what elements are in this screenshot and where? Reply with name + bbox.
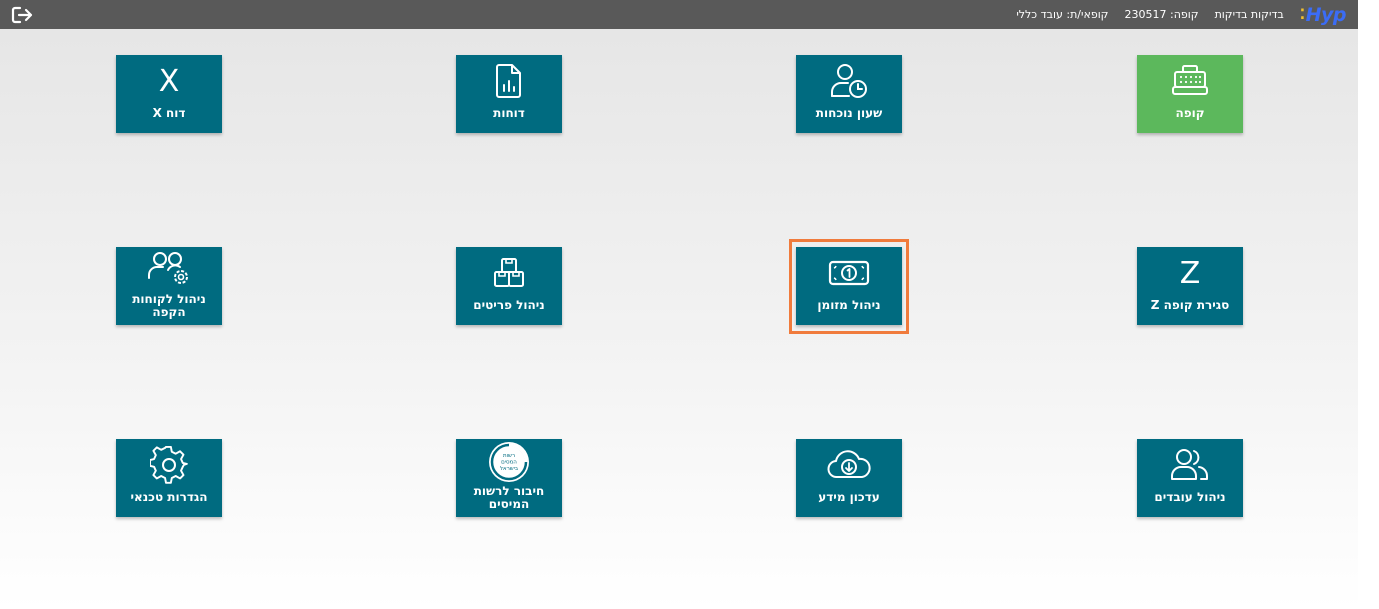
boxes-icon: [456, 253, 562, 293]
tile-label: דוחות: [493, 106, 525, 120]
tile-label: סגירת קופה Z: [1150, 298, 1230, 312]
logout-icon: [11, 6, 33, 24]
business-name: בדיקות בדיקות: [1214, 8, 1284, 21]
register-number: קופה: 230517: [1124, 8, 1199, 21]
tile-label: עדכון מידע: [818, 490, 880, 504]
tile-label: חיבור לרשות המיסים: [473, 484, 545, 511]
tile-label: קופה: [1175, 106, 1205, 120]
users-icon: [1137, 445, 1243, 485]
cloud-download-icon: [796, 445, 902, 485]
cash-register-icon: [1137, 61, 1243, 101]
brand-dots: ⁚: [1299, 6, 1305, 23]
tile-label: דוח X: [152, 106, 186, 120]
tax-logo-text: בישראל: [500, 465, 518, 472]
brand-logo: ⁚ Hyp: [1299, 3, 1347, 26]
cashier-name: קופאי/ת: עובד כללי: [1016, 8, 1109, 21]
tile-label: ניהול מזומן: [817, 298, 881, 312]
brand-name: Hyp: [1305, 3, 1347, 26]
x-letter-icon: X: [158, 63, 180, 99]
cash-banknote-icon: [796, 253, 902, 293]
user-clock-icon: [796, 61, 902, 101]
tile-label: ניהול לקוחות הקפה: [132, 292, 206, 319]
tax-authority-logo: רשות המסים בישראל: [456, 442, 562, 482]
tile-items-management[interactable]: ניהול פריטים: [456, 247, 562, 325]
tile-cash-management[interactable]: ניהול מזומן: [796, 247, 902, 325]
tile-label: שעון נוכחות: [815, 106, 883, 120]
tile-employees-management[interactable]: ניהול עובדים: [1137, 439, 1243, 517]
tile-credit-customers[interactable]: ניהול לקוחות הקפה: [116, 247, 222, 325]
session-info: ⁚ Hyp בדיקות בדיקות קופה: 230517 קופאי/ת:…: [1016, 0, 1346, 29]
tile-z-close[interactable]: Z סגירת קופה Z: [1137, 247, 1243, 325]
tax-logo-text: המסים: [501, 460, 517, 466]
report-file-icon: [456, 61, 562, 101]
z-letter-icon: Z: [1179, 255, 1201, 291]
users-gear-icon: [116, 249, 222, 289]
tile-label: ניהול עובדים: [1154, 490, 1226, 504]
tile-label: ניהול פריטים: [473, 298, 545, 312]
window-edge: [1358, 0, 1379, 609]
tile-tax-authority[interactable]: רשות המסים בישראל חיבור לרשות המיסים: [456, 439, 562, 517]
top-bar: ⁚ Hyp בדיקות בדיקות קופה: 230517 קופאי/ת:…: [0, 0, 1358, 29]
tile-attendance-clock[interactable]: שעון נוכחות: [796, 55, 902, 133]
tile-reports[interactable]: דוחות: [456, 55, 562, 133]
tax-logo-text: רשות: [503, 453, 515, 459]
tile-update-data[interactable]: עדכון מידע: [796, 439, 902, 517]
gear-icon: [116, 445, 222, 485]
tile-label: הגדרות טכנאי: [130, 490, 208, 504]
logout-button[interactable]: [11, 5, 35, 25]
tile-technician-settings[interactable]: הגדרות טכנאי: [116, 439, 222, 517]
tile-cash-register[interactable]: קופה: [1137, 55, 1243, 133]
tile-x-report[interactable]: X דוח X: [116, 55, 222, 133]
